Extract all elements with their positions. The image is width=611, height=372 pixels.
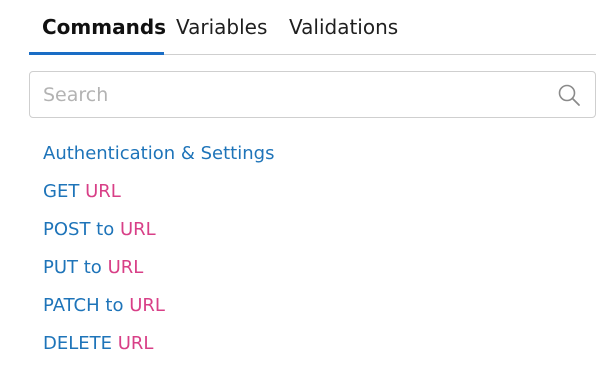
command-label: Authentication & Settings (43, 143, 275, 164)
tab-bar: Commands Variables Validations (29, 0, 596, 55)
command-post-url[interactable]: POST to URL (43, 216, 274, 254)
commands-panel: Commands Variables Validations Authentic… (0, 0, 611, 372)
command-get-url[interactable]: GET URL (43, 178, 274, 216)
command-param: URL (129, 295, 165, 316)
tab-variables[interactable]: Variables (176, 15, 267, 55)
search-input[interactable] (43, 80, 543, 110)
command-patch-url[interactable]: PATCH to URL (43, 292, 274, 330)
command-delete-url[interactable]: DELETE URL (43, 330, 274, 368)
command-authentication-settings[interactable]: Authentication & Settings (43, 140, 274, 178)
command-param: URL (85, 181, 121, 202)
active-tab-indicator (29, 52, 164, 55)
command-put-url[interactable]: PUT to URL (43, 254, 274, 292)
tab-validations[interactable]: Validations (289, 15, 398, 55)
search-box[interactable] (29, 71, 596, 118)
search-icon[interactable] (557, 83, 581, 107)
command-param: URL (107, 257, 144, 278)
command-label: DELETE (43, 333, 113, 354)
command-param: URL (119, 219, 156, 240)
tab-commands[interactable]: Commands (42, 15, 166, 55)
command-label: POST to (43, 219, 115, 240)
command-list: Authentication & Settings GET URL POST t… (43, 140, 274, 368)
command-param: URL (117, 333, 154, 354)
command-label: PATCH to (43, 295, 124, 316)
command-label: GET (43, 181, 80, 202)
command-label: PUT to (43, 257, 102, 278)
